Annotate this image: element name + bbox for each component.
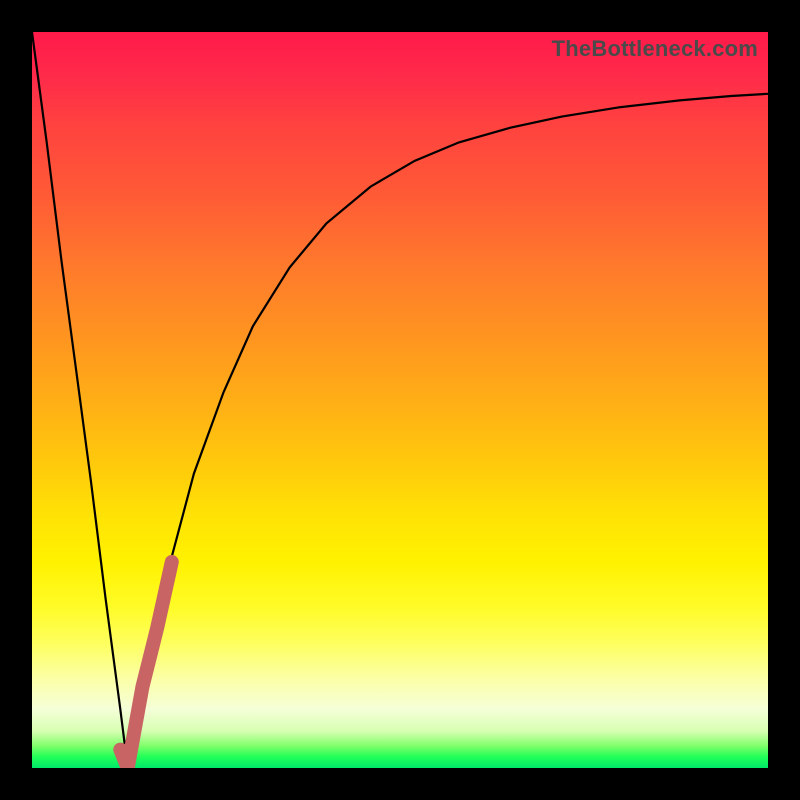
right-curve (128, 94, 768, 768)
chart-container: TheBottleneck.com (0, 0, 800, 800)
watermark-text: TheBottleneck.com (552, 36, 758, 62)
highlight-segment (120, 562, 172, 768)
left-curve (32, 32, 128, 768)
plot-area: TheBottleneck.com (32, 32, 768, 768)
curves-layer (32, 32, 768, 768)
